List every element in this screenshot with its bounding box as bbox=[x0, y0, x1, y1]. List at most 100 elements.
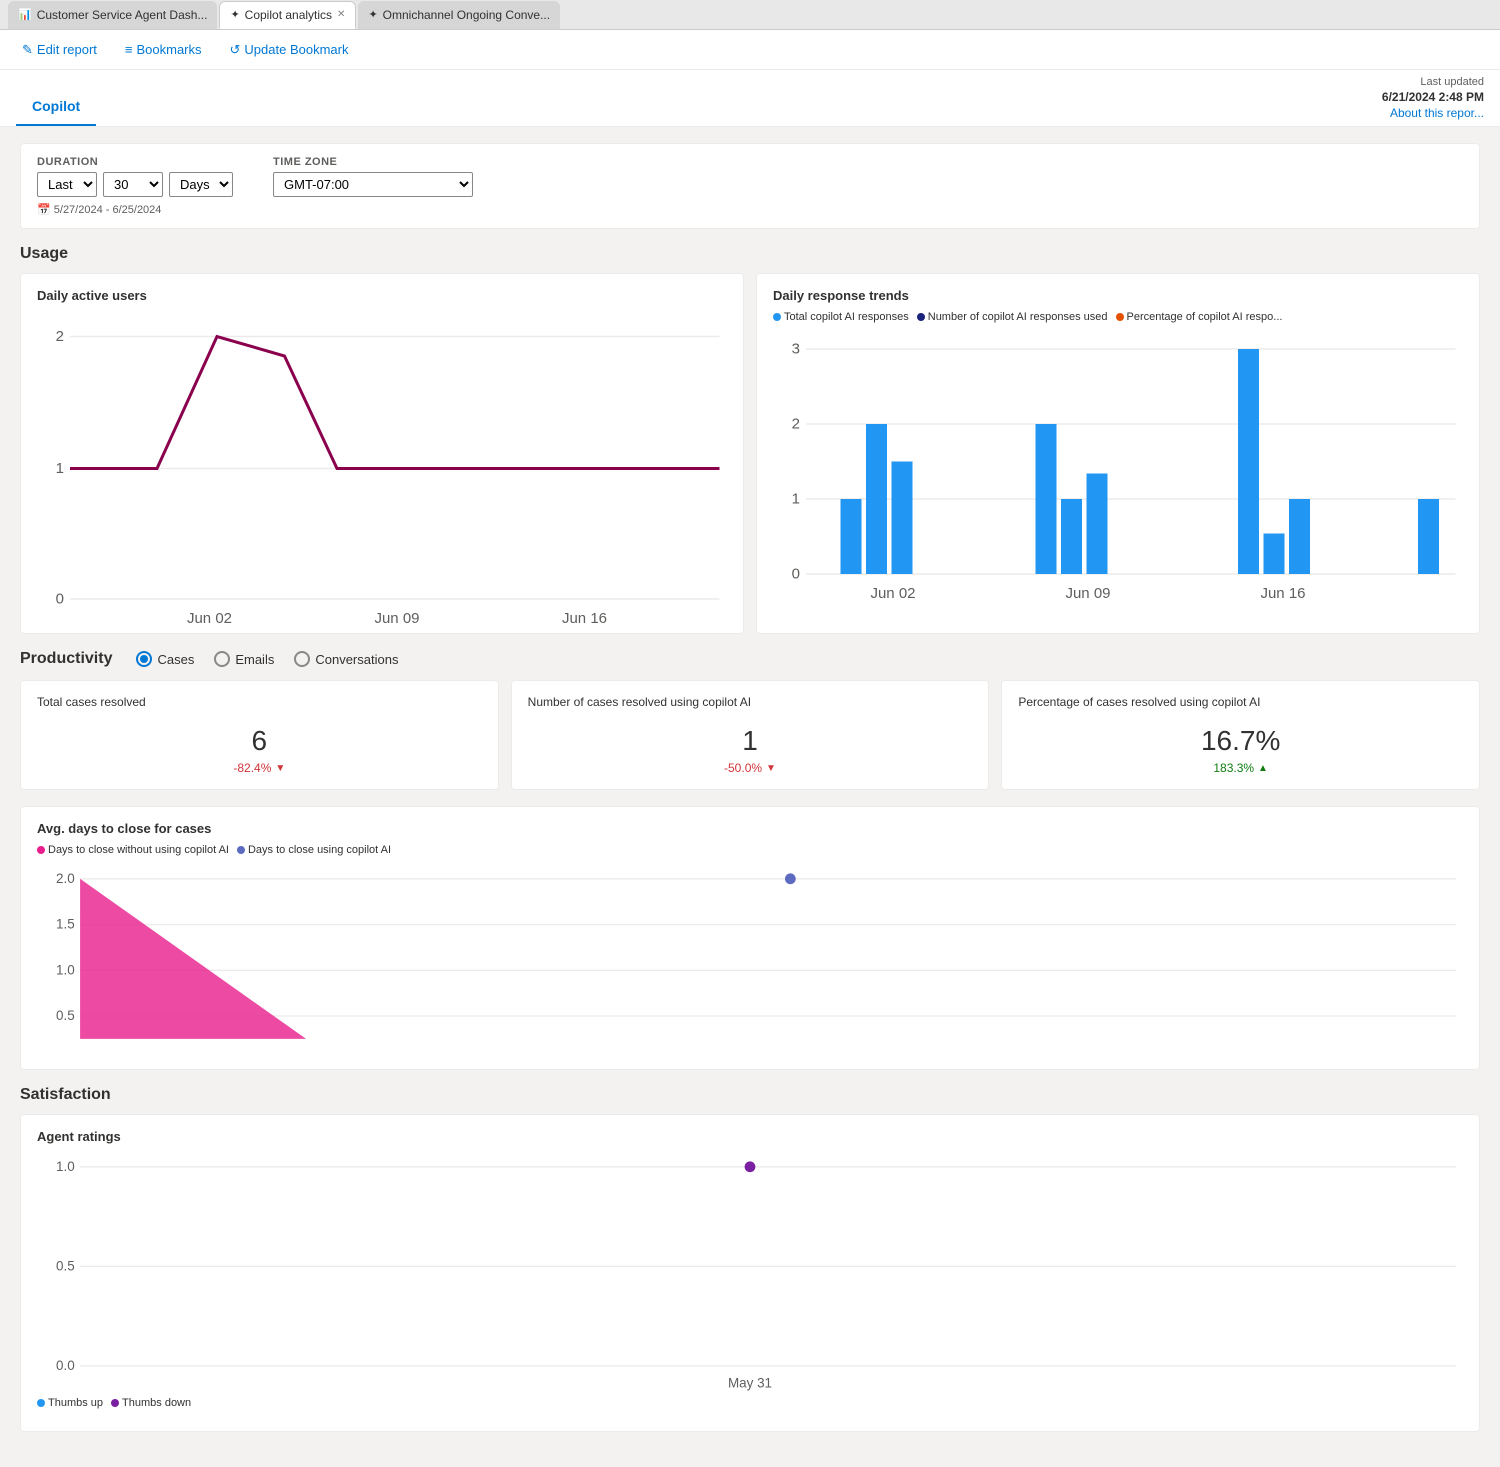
legend-thumbs-up-dot bbox=[37, 1399, 45, 1407]
svg-text:2.0: 2.0 bbox=[56, 871, 75, 886]
nav-meta: Last updated 6/21/2024 2:48 PM About thi… bbox=[1382, 70, 1484, 126]
kpi-pct-copilot: Percentage of cases resolved using copil… bbox=[1001, 680, 1480, 790]
svg-text:Jun 16: Jun 16 bbox=[562, 610, 607, 627]
kpi-total-cases-pct: -82.4% bbox=[233, 761, 271, 775]
date-range-value: 5/27/2024 - 6/25/2024 bbox=[54, 204, 162, 216]
avg-days-card: Avg. days to close for cases Days to clo… bbox=[20, 806, 1480, 1070]
edit-report-button[interactable]: ✎ Edit report bbox=[16, 38, 103, 62]
tab-omni-icon: ✦ bbox=[368, 8, 377, 21]
radio-conversations-label: Conversations bbox=[315, 652, 398, 667]
duration-controls: Last 30 Days bbox=[37, 172, 233, 197]
legend-thumbs-up-label: Thumbs up bbox=[48, 1397, 103, 1409]
radio-conversations[interactable]: Conversations bbox=[294, 651, 398, 667]
tab-copilot-nav-label: Copilot bbox=[32, 98, 80, 114]
kpi-cases-copilot-value: 1 bbox=[528, 725, 973, 757]
tab-omni-label: Omnichannel Ongoing Conve... bbox=[383, 8, 550, 22]
tab-omnichannel[interactable]: ✦ Omnichannel Ongoing Conve... bbox=[358, 1, 560, 29]
duration-value-select[interactable]: 30 bbox=[103, 172, 163, 197]
daily-active-title: Daily active users bbox=[37, 288, 727, 303]
radio-cases-inner bbox=[140, 655, 148, 663]
svg-text:1.5: 1.5 bbox=[56, 917, 75, 932]
radio-cases-circle bbox=[136, 651, 152, 667]
radio-emails[interactable]: Emails bbox=[214, 651, 274, 667]
svg-text:0.0: 0.0 bbox=[56, 1358, 75, 1373]
date-range: 📅 5/27/2024 - 6/25/2024 bbox=[37, 203, 233, 216]
timezone-controls: GMT-07:00 bbox=[273, 172, 473, 197]
main-nav: Copilot Last updated 6/21/2024 2:48 PM A… bbox=[0, 70, 1500, 127]
svg-text:0: 0 bbox=[56, 591, 64, 608]
daily-response-title: Daily response trends bbox=[773, 288, 1463, 303]
daily-response-card: Daily response trends Total copilot AI r… bbox=[756, 273, 1480, 634]
legend-pct: Percentage of copilot AI respo... bbox=[1116, 311, 1283, 323]
agent-ratings-svg: 1.0 0.5 0.0 May 31 bbox=[37, 1152, 1463, 1394]
svg-text:1.0: 1.0 bbox=[56, 962, 75, 977]
legend-no-copilot-label: Days to close without using copilot AI bbox=[48, 844, 229, 856]
kpi-pct-copilot-arrow: ▲ bbox=[1258, 763, 1268, 774]
daily-response-legend: Total copilot AI responses Number of cop… bbox=[773, 311, 1463, 323]
kpi-total-cases-change: -82.4% ▼ bbox=[37, 761, 482, 775]
daily-active-svg: 2 1 0 Jun 02 Jun 09 Jun 16 bbox=[37, 311, 727, 611]
kpi-cases-copilot-change: -50.0% ▼ bbox=[528, 761, 973, 775]
svg-text:Jun 16: Jun 16 bbox=[1260, 585, 1305, 602]
kpi-pct-copilot-pct: 183.3% bbox=[1213, 761, 1254, 775]
update-bookmark-label: Update Bookmark bbox=[244, 42, 348, 57]
svg-text:May 31: May 31 bbox=[728, 1376, 772, 1391]
kpi-pct-copilot-label: Percentage of cases resolved using copil… bbox=[1018, 695, 1463, 709]
duration-preset-select[interactable]: Last bbox=[37, 172, 97, 197]
radio-emails-circle bbox=[214, 651, 230, 667]
tab-copilot-analytics[interactable]: ✦ Copilot analytics ✕ bbox=[219, 1, 356, 29]
kpi-row: Total cases resolved 6 -82.4% ▼ Number o… bbox=[20, 680, 1480, 790]
tab-copilot-label: Copilot analytics bbox=[245, 8, 332, 22]
avg-days-title: Avg. days to close for cases bbox=[37, 821, 1463, 836]
tab-customer-service[interactable]: 📊 Customer Service Agent Dash... bbox=[8, 1, 217, 29]
calendar-icon: 📅 bbox=[37, 204, 51, 216]
about-report-link[interactable]: About this repor... bbox=[1390, 106, 1484, 120]
legend-used-dot bbox=[917, 313, 925, 321]
kpi-pct-copilot-value: 16.7% bbox=[1018, 725, 1463, 757]
agent-ratings-legend: Thumbs up Thumbs down bbox=[37, 1397, 1463, 1409]
svg-text:Jun 09: Jun 09 bbox=[1065, 585, 1110, 602]
refresh-icon: ↺ bbox=[230, 42, 241, 58]
kpi-cases-copilot-pct: -50.0% bbox=[724, 761, 762, 775]
kpi-total-cases-label: Total cases resolved bbox=[37, 695, 482, 709]
kpi-total-cases-arrow: ▼ bbox=[275, 763, 285, 774]
svg-text:1.0: 1.0 bbox=[56, 1159, 75, 1174]
tab-customer-icon: 📊 bbox=[18, 8, 32, 21]
update-bookmark-button[interactable]: ↺ Update Bookmark bbox=[224, 38, 355, 62]
svg-text:1: 1 bbox=[56, 460, 64, 477]
svg-text:0.5: 0.5 bbox=[56, 1008, 75, 1023]
tab-copilot-close[interactable]: ✕ bbox=[337, 9, 345, 20]
last-updated-label: Last updated bbox=[1420, 76, 1484, 88]
radio-cases[interactable]: Cases bbox=[136, 651, 194, 667]
svg-text:2: 2 bbox=[792, 416, 800, 433]
daily-active-users-card: Daily active users 2 1 0 Jun 02 Jun 09 J… bbox=[20, 273, 744, 634]
kpi-cases-copilot: Number of cases resolved using copilot A… bbox=[511, 680, 990, 790]
agent-ratings-title: Agent ratings bbox=[37, 1129, 1463, 1144]
edit-report-label: Edit report bbox=[37, 42, 97, 57]
svg-text:2: 2 bbox=[56, 328, 64, 345]
tab-copilot-icon: ✦ bbox=[230, 8, 239, 21]
svg-text:Jun 02: Jun 02 bbox=[187, 610, 232, 627]
tab-copilot-nav[interactable]: Copilot bbox=[16, 88, 96, 126]
bookmarks-icon: ≡ bbox=[125, 42, 133, 57]
legend-pct-dot bbox=[1116, 313, 1124, 321]
edit-icon: ✎ bbox=[22, 42, 33, 58]
svg-text:0: 0 bbox=[792, 566, 800, 583]
productivity-header: Productivity Cases Emails Conversations bbox=[20, 650, 1480, 668]
legend-with-copilot-label: Days to close using copilot AI bbox=[248, 844, 391, 856]
productivity-radio-group: Cases Emails Conversations bbox=[136, 651, 398, 667]
duration-filter: Duration Last 30 Days 📅 5/27/2024 - 6/25… bbox=[37, 156, 233, 216]
svg-text:3: 3 bbox=[792, 341, 800, 358]
kpi-total-cases-value: 6 bbox=[37, 725, 482, 757]
bookmarks-label: Bookmarks bbox=[136, 42, 201, 57]
kpi-total-cases: Total cases resolved 6 -82.4% ▼ bbox=[20, 680, 499, 790]
svg-text:1: 1 bbox=[792, 491, 800, 508]
legend-total-dot bbox=[773, 313, 781, 321]
avg-days-svg: 2.0 1.5 1.0 0.5 bbox=[37, 864, 1463, 1052]
legend-with-copilot: Days to close using copilot AI bbox=[237, 844, 391, 856]
duration-unit-select[interactable]: Days bbox=[169, 172, 233, 197]
legend-no-copilot-dot bbox=[37, 846, 45, 854]
legend-total: Total copilot AI responses bbox=[773, 311, 909, 323]
bookmarks-button[interactable]: ≡ Bookmarks bbox=[119, 38, 208, 61]
timezone-select[interactable]: GMT-07:00 bbox=[273, 172, 473, 197]
